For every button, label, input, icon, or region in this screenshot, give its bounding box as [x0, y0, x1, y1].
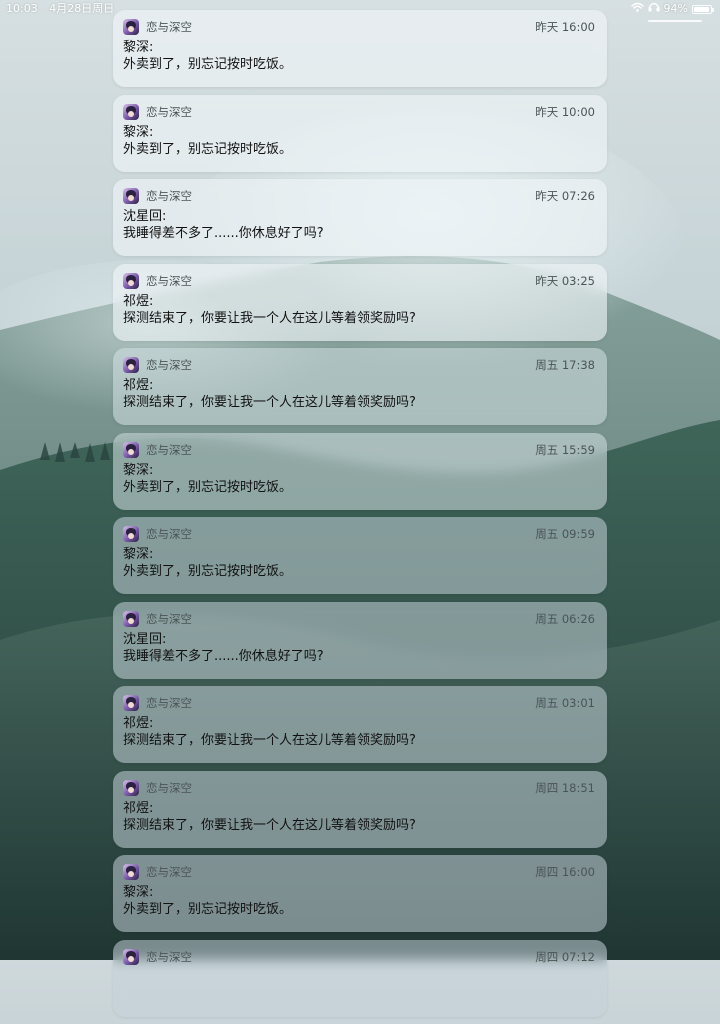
notification-sender: 黎深: [123, 462, 154, 478]
notification-card[interactable]: 恋与深空 昨天 03:25 祁煜: 探测结束了，你要让我一个人在这儿等着领奖励吗? [113, 263, 607, 341]
notification-sender: 沈星回: [123, 631, 167, 647]
app-icon [123, 864, 139, 880]
notification-time: 周四 07:12 [535, 949, 595, 964]
app-icon [123, 19, 139, 35]
notification-message: 我睡得差不多了......你休息好了吗? [123, 648, 324, 664]
notification-card[interactable]: 恋与深空 周四 16:00 黎深: 外卖到了，别忘记按时吃饭。 [113, 855, 607, 932]
app-icon [123, 779, 139, 796]
app-name: 恋与深空 [146, 189, 192, 203]
app-name: 恋与深空 [146, 273, 192, 288]
headphones-icon [648, 0, 660, 18]
notification-time: 周五 06:26 [535, 611, 595, 626]
app-icon [123, 610, 139, 627]
notification-message: 探测结束了，你要让我一个人在这儿等着领奖励吗? [123, 817, 416, 833]
app-icon [123, 526, 139, 542]
notification-time: 周五 17:38 [535, 358, 595, 372]
notification-card[interactable]: 恋与深空 周五 03:01 祁煜: 探测结束了，你要让我一个人在这儿等着领奖励吗? [113, 686, 607, 763]
notification-card[interactable]: 恋与深空 昨天 16:00 黎深: 外卖到了，别忘记按时吃饭。 [113, 10, 607, 87]
notification-message: 探测结束了，你要让我一个人在这儿等着领奖励吗? [123, 310, 416, 326]
notification-time: 昨天 07:26 [535, 189, 595, 203]
app-icon [123, 103, 139, 120]
notification-header: 恋与深空 昨天 10:00 [123, 103, 595, 121]
app-name: 恋与深空 [146, 20, 192, 34]
notification-message: 探测结束了，你要让我一个人在这儿等着领奖励吗? [123, 395, 416, 410]
battery-level [694, 6, 710, 12]
app-icon [123, 695, 139, 711]
notification-list: 恋与深空 昨天 16:00 黎深: 外卖到了，别忘记按时吃饭。 恋与深空 昨天 10:00… [113, 10, 607, 1024]
notification-message: 我睡得差不多了......你休息好了吗? [123, 226, 324, 241]
notification-time: 周四 16:00 [535, 865, 595, 879]
app-name: 恋与深空 [146, 611, 192, 626]
status-time: 10:03 [6, 2, 38, 15]
notification-header: 恋与深空 周五 03:01 [123, 694, 595, 712]
notification-message: 外卖到了，别忘记按时吃饭。 [123, 564, 293, 579]
notification-sender: 黎深: [123, 547, 154, 562]
notification-sender: 祁煜: [123, 800, 154, 816]
app-name: 恋与深空 [146, 527, 192, 541]
app-name: 恋与深空 [146, 442, 192, 457]
notification-message: 外卖到了，别忘记按时吃饭。 [123, 141, 293, 157]
notification-message: 外卖到了，别忘记按时吃饭。 [123, 902, 293, 917]
notification-card[interactable]: 恋与深空 周四 07:12 [113, 939, 607, 1017]
app-name: 恋与深空 [146, 696, 192, 710]
app-icon [123, 441, 139, 458]
notification-message: 外卖到了，别忘记按时吃饭。 [123, 57, 293, 72]
notification-header: 恋与深空 周五 15:59 [123, 441, 595, 459]
app-icon [123, 272, 139, 289]
notification-time: 周五 09:59 [535, 527, 595, 541]
notification-time: 周五 15:59 [535, 442, 595, 457]
notification-time: 周四 18:51 [535, 780, 595, 795]
notification-card[interactable]: 恋与深空 周五 17:38 祁煜: 探测结束了，你要让我一个人在这儿等着领奖励吗? [113, 348, 607, 425]
notification-header: 恋与深空 周四 18:51 [123, 779, 595, 797]
notification-header: 恋与深空 周五 06:26 [123, 610, 595, 628]
notification-sender: 祁煜: [123, 716, 154, 731]
notification-message: 外卖到了，别忘记按时吃饭。 [123, 479, 293, 495]
notification-card[interactable]: 恋与深空 昨天 10:00 黎深: 外卖到了，别忘记按时吃饭。 [113, 94, 607, 172]
notification-sender: 祁煜: [123, 378, 154, 393]
app-icon [123, 188, 139, 204]
notification-message: 探测结束了，你要让我一个人在这儿等着领奖励吗? [123, 733, 416, 748]
app-name: 恋与深空 [146, 358, 192, 372]
notification-card[interactable]: 恋与深空 周五 09:59 黎深: 外卖到了，别忘记按时吃饭。 [113, 517, 607, 594]
app-name: 恋与深空 [146, 949, 192, 964]
notification-sender: 黎深: [123, 885, 154, 900]
notification-header: 恋与深空 周四 16:00 [123, 863, 595, 881]
notification-sender: 黎深: [123, 124, 154, 140]
wifi-icon [630, 0, 644, 18]
notification-sender: 祁煜: [123, 293, 154, 309]
top-grabber[interactable] [648, 20, 702, 22]
app-icon [123, 948, 139, 965]
notification-time: 昨天 10:00 [535, 104, 595, 119]
app-name: 恋与深空 [146, 104, 192, 119]
notification-card[interactable]: 恋与深空 周五 06:26 沈星回: 我睡得差不多了......你休息好了吗? [113, 601, 607, 679]
notification-header: 恋与深空 周五 09:59 [123, 525, 595, 543]
notification-time: 昨天 03:25 [535, 273, 595, 288]
app-name: 恋与深空 [146, 780, 192, 795]
notification-card[interactable]: 恋与深空 周四 18:51 祁煜: 探测结束了，你要让我一个人在这儿等着领奖励吗? [113, 770, 607, 848]
battery-icon [692, 4, 714, 14]
notification-header: 恋与深空 周四 07:12 [123, 948, 595, 966]
notification-sender: 黎深: [123, 40, 154, 55]
notification-card[interactable]: 恋与深空 周五 15:59 黎深: 外卖到了，别忘记按时吃饭。 [113, 432, 607, 510]
notification-header: 恋与深空 昨天 07:26 [123, 187, 595, 205]
battery-percentage: 94% [663, 2, 688, 15]
notification-header: 恋与深空 昨天 03:25 [123, 272, 595, 290]
notification-time: 周五 03:01 [535, 696, 595, 710]
app-name: 恋与深空 [146, 865, 192, 879]
app-icon [123, 357, 139, 373]
notification-sender: 沈星回: [123, 209, 167, 224]
notification-card[interactable]: 恋与深空 昨天 07:26 沈星回: 我睡得差不多了......你休息好了吗? [113, 179, 607, 256]
status-date: 4月28日周日 [49, 2, 115, 15]
notification-header: 恋与深空 昨天 16:00 [123, 18, 595, 36]
notification-time: 昨天 16:00 [535, 20, 595, 34]
notification-header: 恋与深空 周五 17:38 [123, 356, 595, 374]
